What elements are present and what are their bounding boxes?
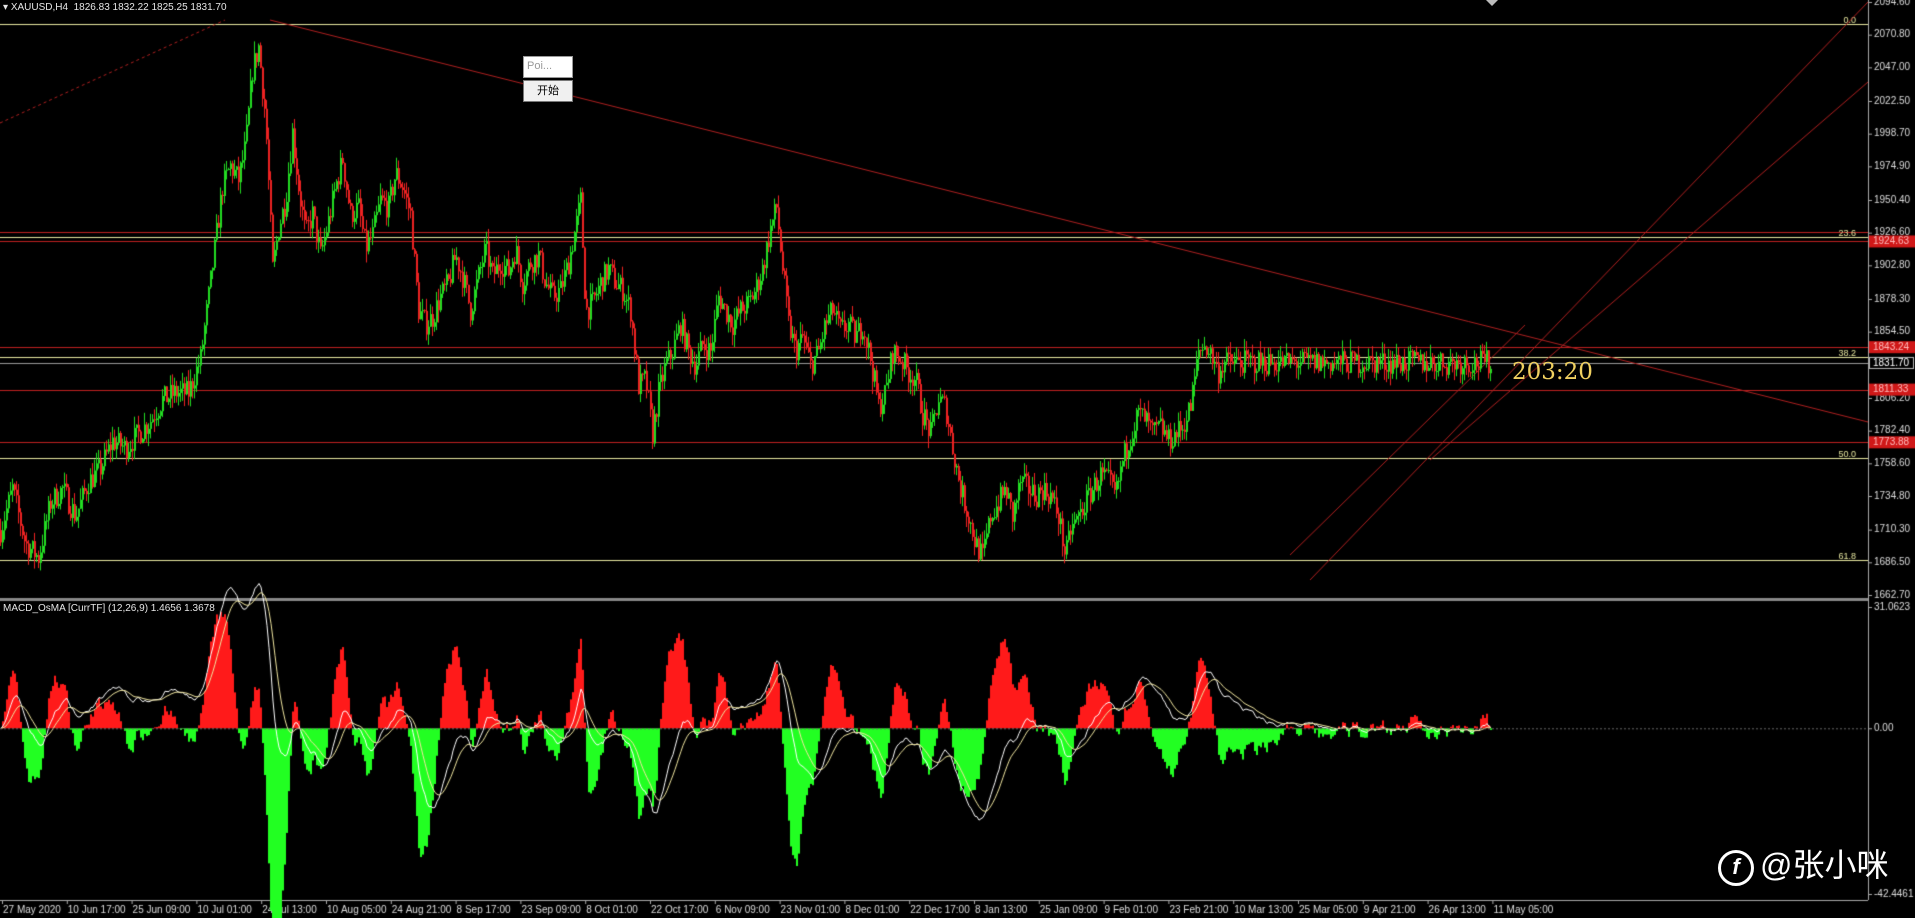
text-input[interactable]: Poi... xyxy=(523,56,573,78)
bar-countdown-timer: 203:20 xyxy=(1512,359,1593,385)
ohlc-values: 1826.83 1832.22 1825.25 1831.70 xyxy=(73,2,227,13)
start-button[interactable]: 开始 xyxy=(523,80,573,102)
indicator-header: MACD_OsMA [CurrTF] (12,26,9) 1.4656 1.36… xyxy=(3,603,215,614)
symbol-header[interactable]: ▾ XAUUSD,H4 1826.83 1832.22 1825.25 1831… xyxy=(3,2,227,14)
watermark: f @张小咪 xyxy=(1718,840,1889,886)
scroll-down-icon[interactable] xyxy=(1486,0,1498,6)
watermark-text: @张小咪 xyxy=(1760,847,1889,883)
symbol-label: XAUUSD,H4 xyxy=(10,2,69,13)
dropdown-icon[interactable]: ▾ xyxy=(3,2,11,13)
chart-canvas[interactable] xyxy=(0,0,1915,918)
weibo-logo-icon: f xyxy=(1718,849,1754,886)
